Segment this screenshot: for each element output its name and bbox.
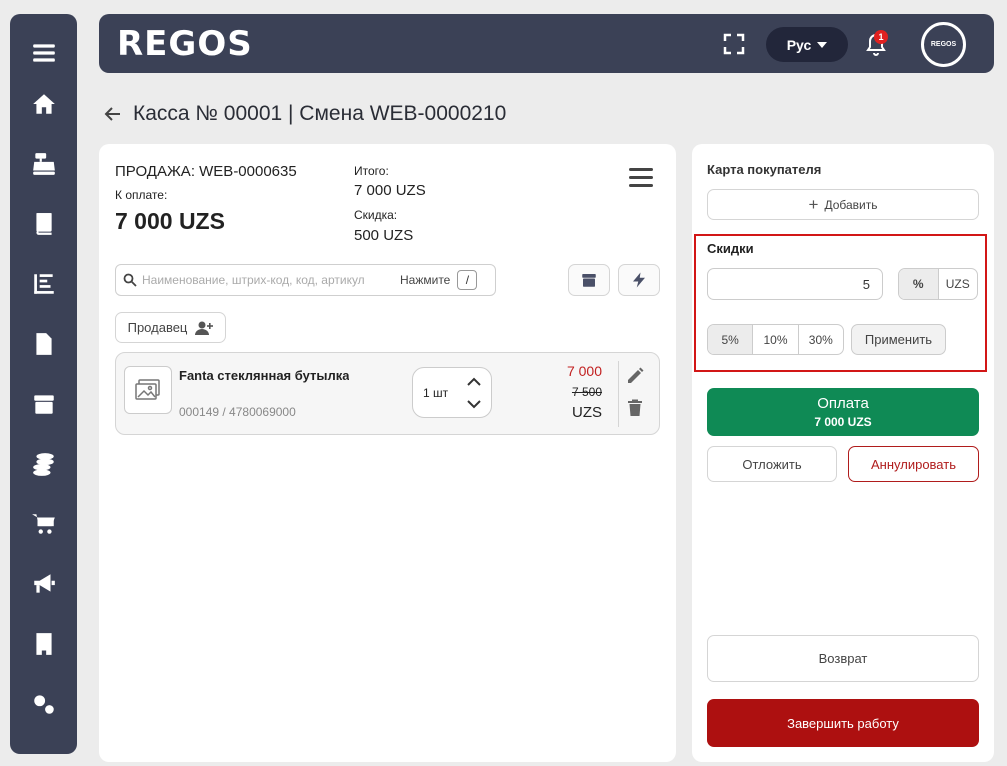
cart-icon[interactable] [10,504,77,544]
preset-30-percent[interactable]: 30% [799,325,843,354]
add-label: Добавить [824,197,878,212]
add-user-icon [195,321,214,335]
return-button[interactable]: Возврат [707,635,979,682]
menu-icon[interactable] [10,33,77,73]
discounts-title: Скидки [707,241,754,256]
settings-icon[interactable] [10,684,77,724]
item-name: Fanta стеклянная бутылка [179,368,349,383]
shortcut-key: / [457,270,478,290]
press-label: Нажмите [400,273,451,287]
package-button[interactable] [568,264,610,296]
chevron-down-icon[interactable] [465,397,483,411]
plus-icon: + [808,195,819,214]
finish-shift-button[interactable]: Завершить работу [707,699,979,747]
logo: REGOS [117,24,253,64]
pay-button[interactable]: Оплата 7 000 UZS [707,388,979,436]
coins-icon[interactable] [10,444,77,484]
pay-label: Оплата [817,395,869,412]
quantity-stepper[interactable]: 1 шт [412,367,492,418]
divider [618,361,619,427]
page-title: Касса № 00001 | Смена WEB-0000210 [133,102,507,125]
unit-percent-option[interactable]: % [899,269,939,299]
seller-button[interactable]: Продавец [115,312,226,343]
sale-title: ПРОДАЖА: WEB-0000635 [115,163,297,180]
box-icon[interactable] [10,384,77,424]
megaphone-icon[interactable] [10,564,77,604]
cash-register-icon[interactable] [10,144,77,184]
building-icon[interactable] [10,624,77,664]
preset-10-percent[interactable]: 10% [753,325,799,354]
language-label: Рус [786,36,812,53]
customer-card-label: Карта покупателя [707,162,822,177]
trash-icon[interactable] [626,399,644,417]
seller-label: Продавец [127,320,188,335]
price-new: 7 000 [566,363,602,379]
checkout-panel: Карта покупателя + Добавить Скидки % UZS… [692,144,994,762]
discount-unit-toggle: % UZS [898,268,978,300]
hamburger-menu-icon[interactable] [629,168,653,190]
image-placeholder-icon [124,366,172,414]
search-icon [123,273,137,287]
document-icon[interactable] [10,324,77,364]
search-bar: Нажмите / [115,264,496,296]
preset-5-percent[interactable]: 5% [708,325,754,354]
lightning-icon [633,272,645,288]
chevron-down-icon [817,41,828,48]
total-value: 7 000 UZS [354,182,426,199]
percent-presets: 5% 10% 30% [707,324,844,355]
to-pay-label: К оплате: [115,188,168,202]
discount-value: 500 UZS [354,227,414,244]
discount-label: Скидка: [354,208,398,222]
add-customer-button[interactable]: + Добавить [707,189,979,220]
discount-input[interactable] [707,268,883,300]
cancel-sale-button[interactable]: Аннулировать [848,446,979,482]
item-code: 000149 / 4780069000 [179,405,296,419]
chevron-up-icon[interactable] [465,375,483,389]
pencil-icon[interactable] [626,367,644,385]
sidebar [10,14,77,754]
notification-badge: 1 [874,30,888,44]
pay-amount: 7 000 UZS [814,415,872,429]
quantity-value: 1 шт [423,386,449,400]
home-icon[interactable] [10,84,77,124]
chart-icon[interactable] [10,264,77,304]
list-item[interactable]: Fanta стеклянная бутылка 000149 / 478006… [115,352,660,435]
sale-panel: ПРОДАЖА: WEB-0000635 К оплате: 7 000 UZS… [99,144,676,762]
book-icon[interactable] [10,204,77,244]
search-input[interactable] [142,273,392,287]
price-currency: UZS [572,404,602,421]
fullscreen-icon[interactable] [723,33,745,55]
discount-section: Скидки % UZS 5% 10% 30% Применить [694,234,987,372]
language-selector[interactable]: Рус [766,27,848,62]
total-label: Итого: [354,164,389,178]
postpone-button[interactable]: Отложить [707,446,837,482]
price-old: 7 500 [571,385,602,399]
box-icon [582,274,596,287]
unit-uzs-option[interactable]: UZS [939,269,978,299]
avatar[interactable]: REGOS [921,22,966,67]
quick-action-button[interactable] [618,264,660,296]
apply-discount-button[interactable]: Применить [851,324,946,355]
back-arrow-icon[interactable] [103,104,123,124]
top-header: REGOS Рус 1 REGOS [99,14,994,73]
to-pay-amount: 7 000 UZS [115,208,225,234]
